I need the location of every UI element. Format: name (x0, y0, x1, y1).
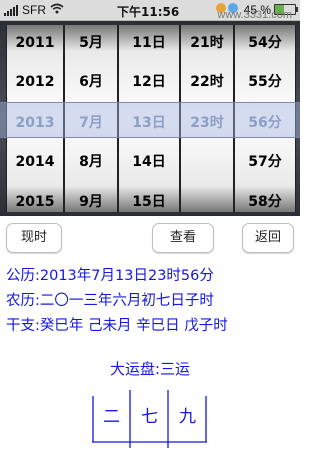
picker-year-item[interactable]: 2014 (7, 147, 63, 177)
picker-hour-item[interactable]: 23时 (181, 108, 233, 138)
picker-minute-item[interactable]: 54分 (235, 28, 295, 58)
picker-hour-item[interactable]: 21时 (181, 28, 233, 58)
carrier-label: SFR (22, 3, 46, 17)
picker-month-item[interactable]: 5月 (65, 28, 117, 58)
picker-day-item[interactable]: 13日 (119, 108, 179, 138)
picker-day-item[interactable]: 12日 (119, 67, 179, 97)
fortune-cell: 九 (179, 407, 196, 427)
status-left: SFR (4, 3, 64, 17)
signal-icon (4, 4, 18, 16)
view-button[interactable]: 查看 (152, 223, 214, 253)
picker-month-item[interactable]: 8月 (65, 147, 117, 177)
back-button[interactable]: 返回 (242, 223, 294, 253)
picker-year-item[interactable]: 2013 (7, 108, 63, 138)
fortune-grid: 二 七 九 (92, 390, 207, 450)
ganzhi-date: 干支:癸巳年 己未月 辛巳日 戊子时 (6, 318, 228, 334)
picker-minute-item[interactable]: 57分 (235, 147, 295, 177)
picker-year-item[interactable]: 2011 (7, 28, 63, 58)
datetime-picker[interactable]: 2011 2012 2013 2014 2015 5月 6月 7月 8月 9月 11日 12日 13日 1… (0, 21, 300, 216)
picker-minute-item[interactable]: 55分 (235, 67, 295, 97)
picker-month-item[interactable]: 6月 (65, 67, 117, 97)
status-bar: SFR 下午11:56 45 % www.3331.com (0, 0, 300, 21)
status-time: 下午11:56 (117, 5, 180, 19)
fortune-cell: 二 (103, 407, 120, 427)
picker-month-item[interactable]: 9月 (65, 187, 117, 212)
now-button[interactable]: 现时 (6, 223, 62, 253)
picker-minute-item[interactable]: 56分 (235, 108, 295, 138)
watermark: www.3331.com (217, 9, 292, 21)
picker-minute-item[interactable]: 58分 (235, 187, 295, 212)
picker-hour-item[interactable] (181, 147, 233, 177)
picker-hour-item[interactable]: 22时 (181, 67, 233, 97)
gregorian-date: 公历:2013年7月13日23时56分 (6, 268, 214, 284)
fortune-cell: 七 (141, 407, 158, 427)
wifi-icon (50, 3, 64, 17)
picker-column-month[interactable]: 5月 6月 7月 8月 9月 (64, 25, 118, 212)
picker-day-item[interactable]: 15日 (119, 187, 179, 212)
picker-column-minute[interactable]: 54分 55分 56分 57分 58分 (234, 25, 296, 212)
picker-hour-item[interactable] (181, 187, 233, 212)
picker-month-item[interactable]: 7月 (65, 108, 117, 138)
picker-column-day[interactable]: 11日 12日 13日 14日 15日 (118, 25, 180, 212)
picker-year-item[interactable]: 2012 (7, 67, 63, 97)
picker-column-year[interactable]: 2011 2012 2013 2014 2015 (6, 25, 64, 212)
fortune-title: 大运盘:三运 (109, 360, 191, 378)
picker-day-item[interactable]: 14日 (119, 147, 179, 177)
lunar-date: 农历:二〇一三年六月初七日子时 (6, 293, 214, 309)
picker-column-hour[interactable]: 21时 22时 23时 (180, 25, 234, 212)
picker-year-item[interactable]: 2015 (7, 187, 63, 212)
picker-day-item[interactable]: 11日 (119, 28, 179, 58)
